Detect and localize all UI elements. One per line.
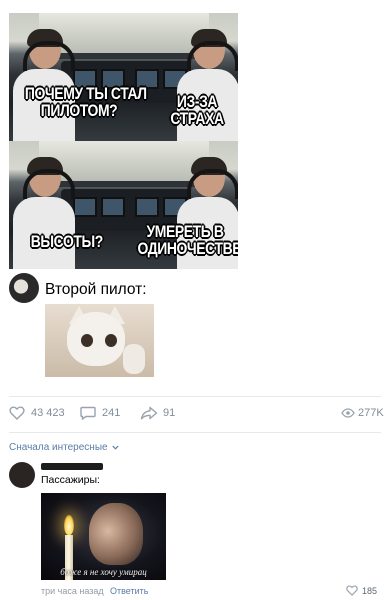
crying-cat-image[interactable] bbox=[45, 304, 154, 377]
heart-icon bbox=[9, 406, 25, 420]
eye-icon bbox=[341, 408, 355, 418]
comments-sort-selector[interactable]: Сначала интересные bbox=[9, 442, 119, 453]
cockpit-screen bbox=[101, 197, 125, 217]
cockpit-screen bbox=[73, 197, 97, 217]
comment-icon bbox=[80, 406, 96, 420]
meme-caption-bottom-right: УМЕРЕТЬ В ОДИНОЧЕСТВЕ bbox=[137, 222, 238, 258]
comment-like-button[interactable]: 185 bbox=[346, 585, 377, 596]
man-face bbox=[89, 503, 143, 565]
comment-image[interactable]: боже я не хочу умирац bbox=[41, 493, 166, 580]
like-button[interactable]: 43 423 bbox=[9, 406, 65, 420]
views-counter: 277K bbox=[341, 406, 384, 420]
meme-panel-bottom: ВЫСОТЫ? УМЕРЕТЬ В ОДИНОЧЕСТВЕ bbox=[9, 141, 238, 269]
divider bbox=[9, 432, 381, 433]
post-line-avatar bbox=[9, 273, 39, 303]
reply-link[interactable]: Ответить bbox=[110, 586, 148, 596]
chevron-down-icon bbox=[112, 445, 119, 450]
meme-caption-top-right: ИЗ-ЗА СТРАХА bbox=[170, 92, 224, 128]
pilot-captain bbox=[13, 157, 75, 269]
meme-image[interactable]: ПОЧЕМУ ТЫ СТАЛ ПИЛОТОМ? ИЗ-ЗА СТРАХА ВЫСОТ… bbox=[9, 13, 238, 269]
comment-image-caption: боже я не хочу умирац bbox=[60, 567, 147, 577]
comment-author-avatar[interactable] bbox=[9, 462, 35, 488]
share-icon bbox=[140, 406, 158, 420]
comment-count: 241 bbox=[102, 407, 121, 419]
post-second-line-text: Второй пилот: bbox=[45, 281, 147, 298]
comment-like-count: 185 bbox=[362, 585, 378, 596]
cockpit-screen bbox=[135, 197, 159, 217]
candle-flame bbox=[64, 515, 74, 535]
meme-caption-top-left: ПОЧЕМУ ТЫ СТАЛ ПИЛОТОМ? bbox=[24, 84, 147, 120]
views-count: 277K bbox=[358, 407, 384, 419]
comment-text: Пассажиры: bbox=[41, 474, 100, 486]
comment-author-name-hidden[interactable] bbox=[41, 463, 103, 470]
comment-timestamp: три часа назад bbox=[41, 586, 104, 596]
share-count: 91 bbox=[163, 407, 176, 419]
divider bbox=[9, 396, 381, 397]
meme-panel-top: ПОЧЕМУ ТЫ СТАЛ ПИЛОТОМ? ИЗ-ЗА СТРАХА bbox=[9, 13, 238, 141]
like-count: 43 423 bbox=[31, 407, 65, 419]
meme-caption-bottom-left: ВЫСОТЫ? bbox=[30, 232, 104, 251]
comment-button[interactable]: 241 bbox=[80, 406, 120, 420]
heart-icon bbox=[346, 585, 358, 596]
sort-label: Сначала интересные bbox=[9, 442, 108, 453]
share-button[interactable]: 91 bbox=[140, 406, 175, 420]
